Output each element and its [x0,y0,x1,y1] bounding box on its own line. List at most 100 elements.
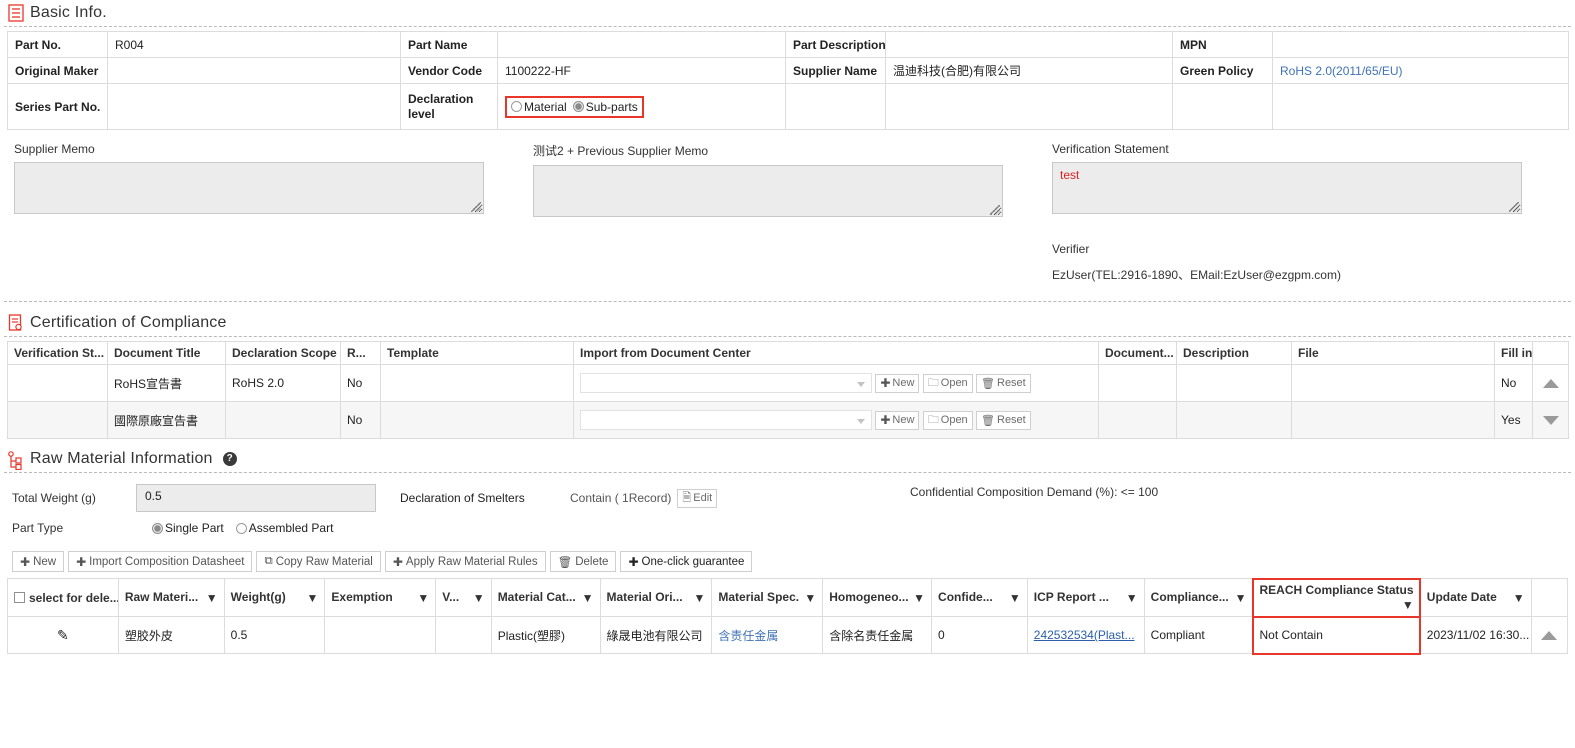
scroll-up-icon[interactable] [1543,379,1559,388]
col-fill-in[interactable]: Fill in ... [1495,342,1533,365]
col-select-for-delete[interactable]: select for dele... [8,579,119,617]
reset-button[interactable]: 🗑Reset [976,411,1031,430]
label-part-name: Part Name [401,32,498,58]
raw-material-controls: Total Weight (g) 0.5 Declaration of Smel… [0,473,1575,543]
filter-icon[interactable]: ▼ [473,591,485,605]
col-document-title[interactable]: Document Title [108,342,226,365]
col-declaration-scope[interactable]: Declaration Scope [226,342,341,365]
value-supplier-name[interactable]: 温迪科技(合肥)有限公司 [886,58,1173,84]
col-import-document-center[interactable]: Import from Document Center [574,342,1099,365]
filter-icon[interactable]: ▼ [206,591,218,605]
cell-blank-4 [1273,84,1569,130]
col-required[interactable]: R... [341,342,381,365]
verification-statement-label: Verification Statement [1052,142,1557,156]
supplier-memo-input[interactable] [14,162,484,214]
filter-icon[interactable]: ▼ [582,591,594,605]
previous-memo-input[interactable] [533,165,1003,217]
one-click-guarantee-button[interactable]: ✚One-click guarantee [620,551,752,572]
radio-label-assembled-part[interactable]: Assembled Part [249,521,334,535]
filter-icon[interactable]: ▼ [693,591,705,605]
filter-icon[interactable]: ▼ [1235,591,1247,605]
new-button[interactable]: ✚New [875,411,919,430]
scroll-up-icon[interactable] [1541,631,1557,640]
total-weight-input[interactable]: 0.5 [136,484,376,512]
supplier-memo-group: Supplier Memo [0,142,519,283]
col-material-category[interactable]: Material Cat...▼ [491,579,600,617]
col-file[interactable]: File [1292,342,1495,365]
delete-raw-material-button[interactable]: 🗑Delete [550,551,617,572]
col-exemption[interactable]: Exemption▼ [325,579,436,617]
pencil-icon[interactable]: ✎ [57,627,69,643]
filter-icon[interactable]: ▼ [1513,591,1525,605]
cell-blank-2 [886,84,1173,130]
import-document-select[interactable] [580,373,872,393]
resize-grip-icon[interactable] [1509,202,1519,212]
new-raw-material-label: New [33,556,56,568]
col-material-spec[interactable]: Material Spec.▼ [712,579,823,617]
verification-statement-input[interactable]: test [1052,162,1522,214]
copy-raw-material-button[interactable]: ⧉Copy Raw Material [256,551,380,572]
material-spec-link[interactable]: 含责任金属 [718,629,778,643]
radio-single-part[interactable] [152,523,163,534]
col-confidential[interactable]: Confide...▼ [932,579,1028,617]
col-update-date[interactable]: Update Date▼ [1420,579,1531,617]
filter-icon[interactable]: ▼ [804,591,816,605]
help-icon[interactable]: ? [223,452,237,466]
new-raw-material-button[interactable]: ✚New [12,551,64,572]
certificate-icon [8,314,24,332]
col-v[interactable]: V...▼ [436,579,491,617]
col-weight[interactable]: Weight(g)▼ [224,579,325,617]
filter-icon[interactable]: ▼ [913,591,925,605]
cell-spinner-up[interactable] [1533,365,1569,402]
filter-icon[interactable]: ▼ [307,591,319,605]
radio-assembled-part[interactable] [236,523,247,534]
value-vendor-code[interactable]: 1100222-HF [498,58,786,84]
col-reach-compliance-status[interactable]: REACH Compliance Status▼ [1253,579,1420,617]
edit-smelters-button[interactable]: 🗎 Edit [677,489,717,508]
col-document-type[interactable]: Document... [1099,342,1177,365]
resize-grip-icon[interactable] [471,202,481,212]
filter-icon[interactable]: ▼ [417,591,429,605]
radio-sub-parts[interactable] [573,101,584,112]
new-button[interactable]: ✚New [875,374,919,393]
reset-button[interactable]: 🗑Reset [976,374,1031,393]
col-raw-material[interactable]: Raw Materi...▼ [118,579,224,617]
select-all-checkbox[interactable] [14,592,25,603]
filter-icon[interactable]: ▼ [1126,591,1138,605]
value-part-no[interactable]: R004 [108,32,401,58]
scroll-down-icon[interactable] [1543,416,1559,425]
col-compliance[interactable]: Compliance...▼ [1144,579,1253,617]
radio-label-single-part[interactable]: Single Part [165,521,224,535]
cell-edit[interactable]: ✎ [8,617,119,654]
col-template[interactable]: Template [381,342,574,365]
import-composition-datasheet-button[interactable]: ✚Import Composition Datasheet [68,551,252,572]
open-button[interactable]: 🗀Open [923,411,973,430]
col-verification-status[interactable]: Verification St... [8,342,108,365]
icp-report-link[interactable]: 242532534(Plast... [1034,628,1135,642]
col-homogeneous[interactable]: Homogeneo...▼ [823,579,932,617]
resize-grip-icon[interactable] [990,205,1000,215]
list-document-icon [8,4,24,22]
value-original-maker[interactable] [108,58,401,84]
radio-label-sub-parts[interactable]: Sub-parts [586,100,638,114]
value-series-part-no[interactable] [108,84,401,130]
col-icp-report[interactable]: ICP Report ...▼ [1027,579,1144,617]
apply-raw-material-rules-button[interactable]: ✚Apply Raw Material Rules [385,551,546,572]
cell-spinner-down[interactable] [1533,402,1569,439]
table-row: Part No. R004 Part Name Part Description… [8,32,1569,58]
green-policy-link[interactable]: RoHS 2.0(2011/65/EU) [1280,64,1403,78]
open-button[interactable]: 🗀Open [923,374,973,393]
radio-material[interactable] [511,101,522,112]
col-description[interactable]: Description [1177,342,1292,365]
value-mpn[interactable] [1273,32,1569,58]
filter-icon[interactable]: ▼ [1009,591,1021,605]
filter-icon[interactable]: ▼ [1402,598,1414,612]
radio-label-material[interactable]: Material [524,100,567,114]
value-part-name[interactable] [498,32,786,58]
cell-spinner-up[interactable] [1531,617,1567,654]
value-part-description[interactable] [886,32,1173,58]
verification-group: Verification Statement test Verifier EzU… [1038,142,1557,283]
part-type-row: Part Type Single Part Assembled Part [12,513,1575,543]
import-document-select[interactable] [580,410,872,430]
col-material-origin[interactable]: Material Ori...▼ [600,579,712,617]
